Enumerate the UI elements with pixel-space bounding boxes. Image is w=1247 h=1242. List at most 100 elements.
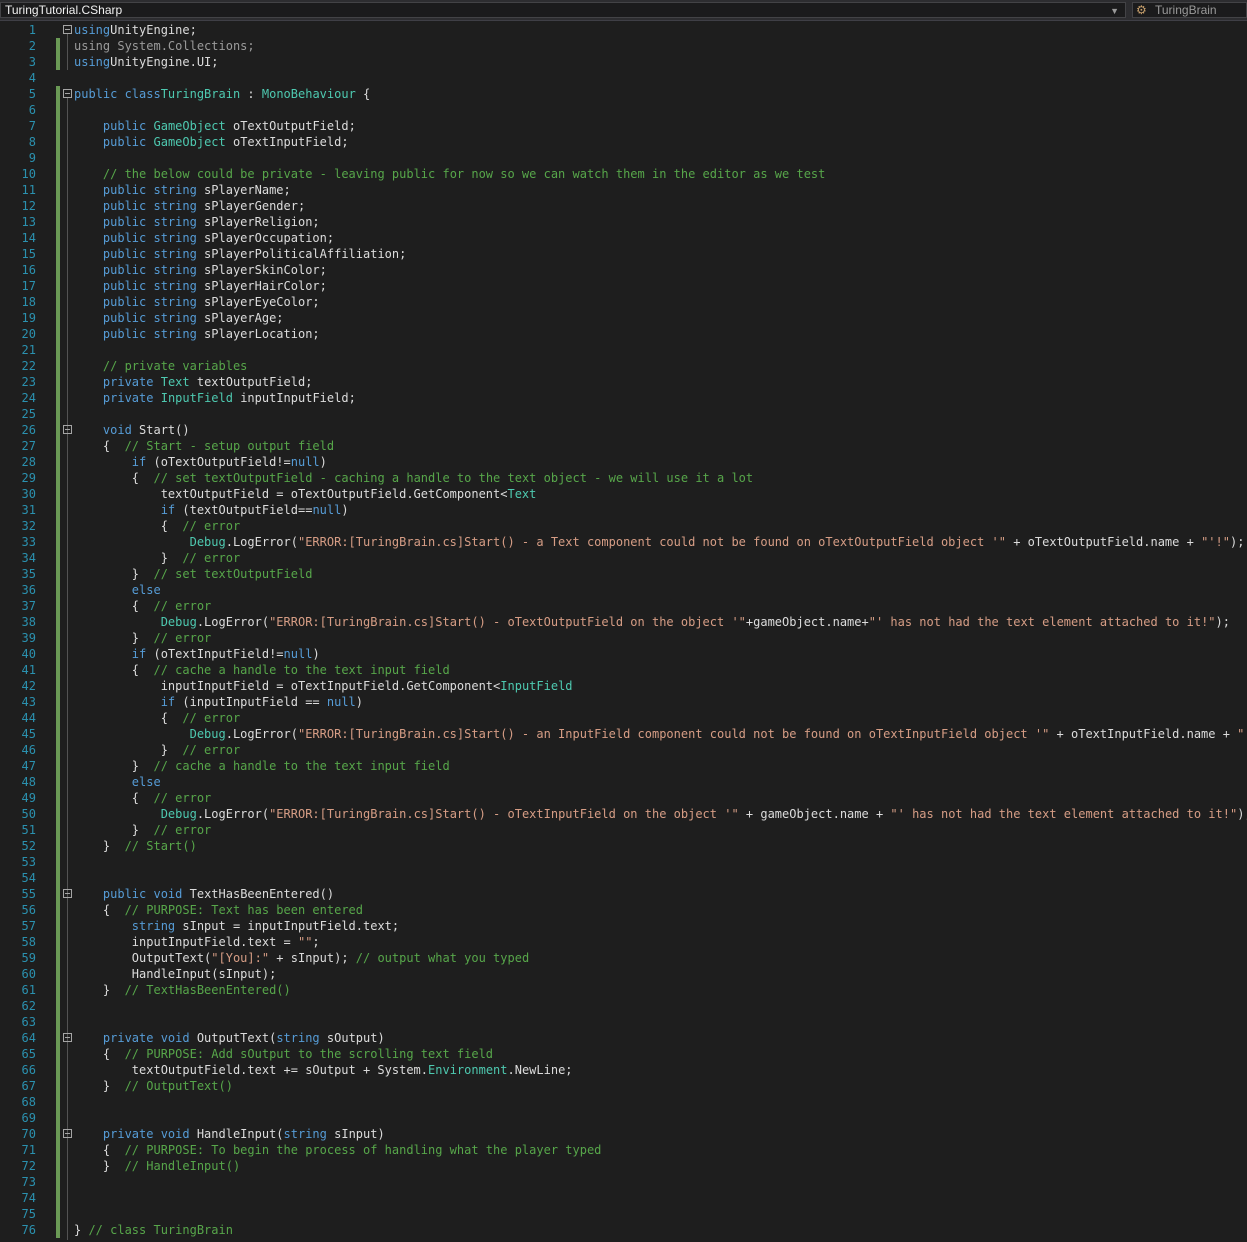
code-line[interactable]: 10 // the below could be private - leavi… xyxy=(0,166,1247,182)
code-line[interactable]: 37 { // error xyxy=(0,598,1247,614)
code-line[interactable]: 61 } // TextHasBeenEntered() xyxy=(0,982,1247,998)
chevron-down-icon[interactable]: ▼ xyxy=(1110,4,1119,18)
code-line[interactable]: 67 } // OutputText() xyxy=(0,1078,1247,1094)
code-token: if xyxy=(160,503,176,517)
code-token: sPlayerOccupation; xyxy=(196,231,335,245)
code-line[interactable]: 47 } // cache a handle to the text input… xyxy=(0,758,1247,774)
code-line[interactable]: 40 if (oTextInputField!=null) xyxy=(0,646,1247,662)
collapse-icon[interactable] xyxy=(63,1033,72,1042)
code-line[interactable]: 1 usingUnityEngine; xyxy=(0,22,1247,38)
code-line[interactable]: 45 Debug.LogError("ERROR:[TuringBrain.cs… xyxy=(0,726,1247,742)
code-line[interactable]: 46 } // error xyxy=(0,742,1247,758)
code-line[interactable]: 25 xyxy=(0,406,1247,422)
code-line[interactable]: 76} // class TuringBrain xyxy=(0,1222,1247,1238)
code-line[interactable]: 26 void Start() xyxy=(0,422,1247,438)
line-number: 53 xyxy=(21,855,36,869)
code-line[interactable]: 70 private void HandleInput(string sInpu… xyxy=(0,1126,1247,1142)
code-line[interactable]: 53 xyxy=(0,854,1247,870)
code-line[interactable]: 54 xyxy=(0,870,1247,886)
collapse-icon[interactable] xyxy=(63,25,72,34)
code-token: ); xyxy=(1215,615,1230,629)
code-line[interactable]: 3 usingUnityEngine.UI; xyxy=(0,54,1247,70)
code-line[interactable]: 14 public string sPlayerOccupation; xyxy=(0,230,1247,246)
code-line[interactable]: 17 public string sPlayerHairColor; xyxy=(0,278,1247,294)
code-line[interactable]: 60 HandleInput(sInput); xyxy=(0,966,1247,982)
code-line[interactable]: 27 { // Start - setup output field xyxy=(0,438,1247,454)
code-editor[interactable]: 1 usingUnityEngine; 2 using System.Collecti… xyxy=(0,22,1247,1242)
code-line[interactable]: 8 public GameObject oTextInputField; xyxy=(0,134,1247,150)
code-line[interactable]: 38 Debug.LogError("ERROR:[TuringBrain.cs… xyxy=(0,614,1247,630)
code-line[interactable]: 21 xyxy=(0,342,1247,358)
code-line[interactable]: 49 { // error xyxy=(0,790,1247,806)
code-line[interactable]: 16 public string sPlayerSkinColor; xyxy=(0,262,1247,278)
code-line[interactable]: 20 public string sPlayerLocation; xyxy=(0,326,1247,342)
code-token: null xyxy=(326,695,356,709)
line-number: 4 xyxy=(28,71,36,85)
code-line[interactable]: 36 else xyxy=(0,582,1247,598)
code-line[interactable]: 4 xyxy=(0,70,1247,86)
collapse-icon[interactable] xyxy=(63,889,72,898)
code-line[interactable]: 11 public string sPlayerName; xyxy=(0,182,1247,198)
code-line[interactable]: 58 inputInputField.text = ""; xyxy=(0,934,1247,950)
code-text: public string sPlayerLocation; xyxy=(74,326,320,342)
code-line[interactable]: 48 else xyxy=(0,774,1247,790)
code-line[interactable]: 55 public void TextHasBeenEntered() xyxy=(0,886,1247,902)
code-line[interactable]: 39 } // error xyxy=(0,630,1247,646)
code-line[interactable]: 75 xyxy=(0,1206,1247,1222)
code-line[interactable]: 69 xyxy=(0,1110,1247,1126)
code-line[interactable]: 59 OutputText("[You]:" + sInput); // out… xyxy=(0,950,1247,966)
code-line[interactable]: 33 Debug.LogError("ERROR:[TuringBrain.cs… xyxy=(0,534,1247,550)
code-line[interactable]: 43 if (inputInputField == null) xyxy=(0,694,1247,710)
code-line[interactable]: 31 if (textOutputField==null) xyxy=(0,502,1247,518)
code-line[interactable]: 23 private Text textOutputField; xyxy=(0,374,1247,390)
line-number: 45 xyxy=(21,727,36,741)
collapse-icon[interactable] xyxy=(63,89,72,98)
code-line[interactable]: 6 xyxy=(0,102,1247,118)
code-line[interactable]: 73 xyxy=(0,1174,1247,1190)
code-line[interactable]: 35 } // set textOutputField xyxy=(0,566,1247,582)
code-line[interactable]: 13 public string sPlayerReligion; xyxy=(0,214,1247,230)
code-line[interactable]: 50 Debug.LogError("ERROR:[TuringBrain.cs… xyxy=(0,806,1247,822)
type-scope-dropdown[interactable]: ⚙ TuringBrain xyxy=(1132,2,1247,18)
code-line[interactable]: 5 public classTuringBrain : MonoBehaviour… xyxy=(0,86,1247,102)
code-line[interactable]: 64 private void OutputText(string sOutpu… xyxy=(0,1030,1247,1046)
code-line[interactable]: 56 { // PURPOSE: Text has been entered xyxy=(0,902,1247,918)
collapse-icon[interactable] xyxy=(63,1129,72,1138)
code-token: // Start() xyxy=(124,839,197,853)
code-line[interactable]: 72 } // HandleInput() xyxy=(0,1158,1247,1174)
code-line[interactable]: 57 string sInput = inputInputField.text; xyxy=(0,918,1247,934)
code-line[interactable]: 74 xyxy=(0,1190,1247,1206)
code-line[interactable]: 66 textOutputField.text += sOutput + Sys… xyxy=(0,1062,1247,1078)
code-line[interactable]: 52 } // Start() xyxy=(0,838,1247,854)
code-line[interactable]: 15 public string sPlayerPoliticalAffilia… xyxy=(0,246,1247,262)
code-line[interactable]: 62 xyxy=(0,998,1247,1014)
code-line[interactable]: 2 using System.Collections; xyxy=(0,38,1247,54)
code-line[interactable]: 30 textOutputField = oTextOutputField.Ge… xyxy=(0,486,1247,502)
code-line[interactable]: 32 { // error xyxy=(0,518,1247,534)
code-line[interactable]: 12 public string sPlayerGender; xyxy=(0,198,1247,214)
collapse-icon[interactable] xyxy=(63,425,72,434)
code-line[interactable]: 41 { // cache a handle to the text input… xyxy=(0,662,1247,678)
code-line[interactable]: 71 { // PURPOSE: To begin the process of… xyxy=(0,1142,1247,1158)
code-line[interactable]: 19 public string sPlayerAge; xyxy=(0,310,1247,326)
code-line[interactable]: 28 if (oTextOutputField!=null) xyxy=(0,454,1247,470)
code-line[interactable]: 18 public string sPlayerEyeColor; xyxy=(0,294,1247,310)
code-line[interactable]: 29 { // set textOutputField - caching a … xyxy=(0,470,1247,486)
project-scope-dropdown[interactable]: TuringTutorial.CSharp ▼ xyxy=(0,2,1126,18)
code-line[interactable]: 51 } // error xyxy=(0,822,1247,838)
code-line[interactable]: 65 { // PURPOSE: Add sOutput to the scro… xyxy=(0,1046,1247,1062)
code-line[interactable]: 44 { // error xyxy=(0,710,1247,726)
code-line[interactable]: 34 } // error xyxy=(0,550,1247,566)
code-line[interactable]: 22 // private variables xyxy=(0,358,1247,374)
code-line[interactable]: 68 xyxy=(0,1094,1247,1110)
code-line[interactable]: 7 public GameObject oTextOutputField; xyxy=(0,118,1247,134)
code-line[interactable]: 42 inputInputField = oTextInputField.Get… xyxy=(0,678,1247,694)
code-line[interactable]: 24 private InputField inputInputField; xyxy=(0,390,1247,406)
code-line[interactable]: 9 xyxy=(0,150,1247,166)
code-line[interactable]: 63 xyxy=(0,1014,1247,1030)
